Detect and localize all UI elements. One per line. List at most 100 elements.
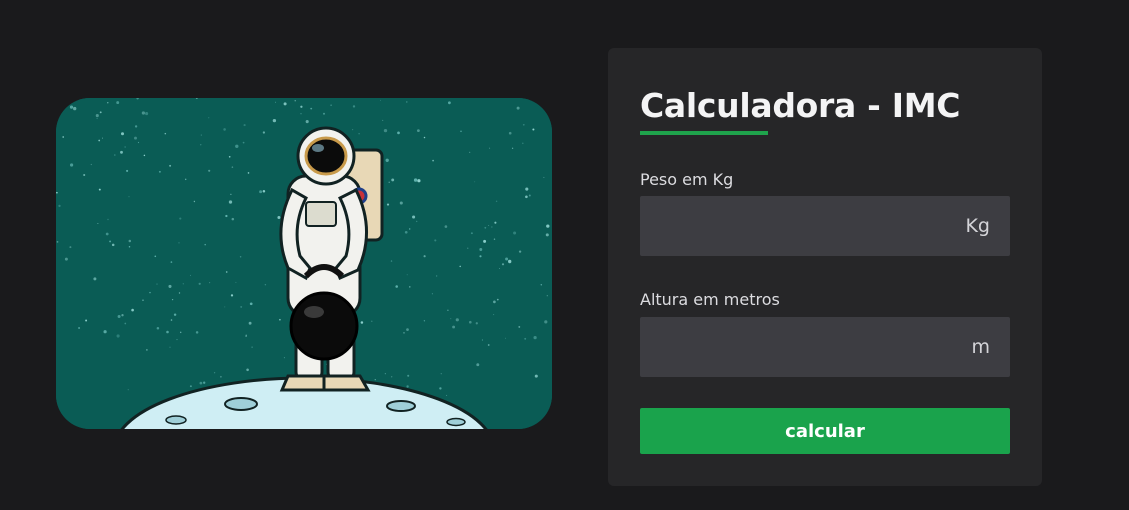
star-dot (423, 136, 426, 139)
star-dot (374, 379, 376, 381)
star-dot (467, 247, 469, 249)
star-dot (487, 344, 490, 346)
star-dot (475, 322, 478, 325)
star-dot (142, 299, 144, 301)
star-dot (126, 169, 129, 172)
weight-input[interactable] (640, 196, 940, 256)
star-dot (446, 394, 448, 396)
star-dot (413, 178, 418, 182)
star-dot (493, 300, 496, 304)
height-field[interactable]: m (640, 317, 1010, 377)
star-dot (511, 147, 514, 149)
star-dot (406, 328, 409, 331)
star-dot (352, 105, 356, 108)
star-dot (117, 314, 121, 319)
star-dot (406, 385, 409, 388)
star-dot (495, 200, 498, 203)
star-dot (386, 203, 390, 206)
star-dot (388, 181, 390, 183)
star-dot (300, 112, 302, 115)
calculate-button[interactable]: calcular (640, 408, 1010, 454)
height-unit: m (971, 336, 990, 358)
star-dot (242, 141, 245, 144)
star-dot (264, 283, 267, 286)
star-dot (176, 339, 178, 341)
star-dot (97, 223, 99, 225)
star-dot (496, 298, 499, 301)
star-dot (432, 159, 434, 162)
star-dot (501, 263, 505, 266)
height-input[interactable] (640, 317, 940, 377)
star-dot (143, 154, 146, 157)
star-dot (95, 114, 99, 118)
star-dot (493, 238, 496, 240)
star-dot (534, 99, 536, 102)
star-dot (488, 224, 490, 226)
star-dot (96, 117, 98, 120)
star-dot (448, 101, 451, 105)
star-dot (513, 231, 517, 235)
star-dot (83, 173, 86, 177)
star-dot (203, 381, 206, 384)
star-dot (533, 335, 537, 340)
star-dot (470, 232, 473, 235)
star-dot (225, 214, 228, 218)
star-dot (494, 221, 497, 224)
star-dot (476, 363, 480, 367)
star-dot (409, 286, 411, 288)
star-dot (243, 124, 246, 127)
star-dot (416, 220, 418, 223)
star-dot (272, 118, 277, 123)
star-dot (423, 320, 426, 322)
weight-unit: Kg (965, 215, 990, 237)
star-dot (131, 308, 134, 312)
star-dot (124, 322, 127, 325)
star-dot (384, 373, 386, 375)
star-dot (121, 314, 124, 317)
star-dot (444, 225, 448, 228)
star-dot (469, 151, 471, 154)
star-dot (230, 193, 232, 195)
star-dot (179, 331, 182, 334)
star-dot (246, 368, 249, 372)
star-dot (156, 327, 160, 330)
star-dot (403, 332, 405, 334)
star-dot (166, 330, 169, 334)
star-dot (323, 112, 325, 115)
star-dot (169, 164, 172, 167)
star-dot (220, 375, 222, 378)
star-dot (105, 232, 109, 236)
star-dot (274, 101, 276, 103)
star-dot (128, 246, 131, 248)
star-dot (149, 291, 151, 294)
star-dot (516, 106, 520, 110)
star-dot (198, 282, 201, 285)
star-dot (498, 267, 501, 270)
star-dot (228, 200, 233, 204)
weight-field[interactable]: Kg (640, 196, 1010, 256)
star-dot (283, 357, 285, 359)
star-dot (158, 170, 161, 173)
star-dot (459, 265, 461, 268)
star-dot (98, 188, 101, 191)
star-dot (223, 128, 226, 131)
star-dot (137, 141, 140, 144)
star-dot (240, 305, 243, 308)
star-dot (78, 326, 81, 330)
star-dot (98, 139, 101, 142)
star-dot (230, 294, 234, 297)
star-dot (382, 119, 384, 121)
star-dot (239, 256, 242, 258)
star-dot (408, 228, 411, 230)
star-dot (235, 281, 237, 283)
star-dot (184, 178, 187, 181)
star-dot (406, 274, 408, 276)
star-dot (395, 285, 398, 288)
star-dot (231, 217, 235, 221)
star-dot (190, 274, 191, 276)
star-dot (199, 381, 203, 385)
star-dot (164, 132, 167, 135)
star-dot (124, 146, 126, 148)
star-dot (305, 120, 309, 124)
star-dot (431, 293, 433, 295)
